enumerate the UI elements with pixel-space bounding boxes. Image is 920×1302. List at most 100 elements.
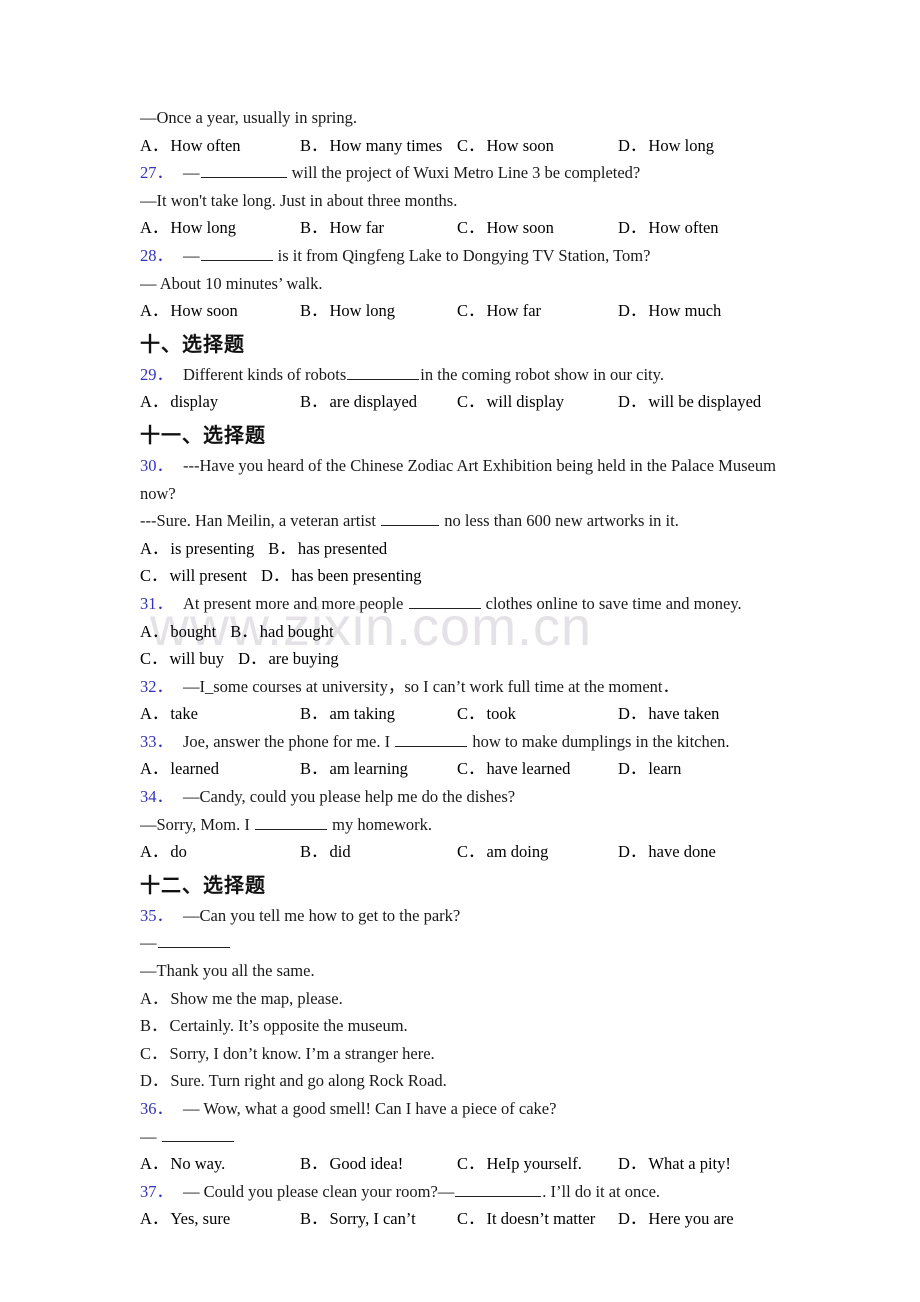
question-35-option-a[interactable]: A． Show me the map, please. [140,985,788,1013]
option-a[interactable]: A． bought [140,622,216,641]
question-35-option-c[interactable]: C． Sorry, I don’t know. I’m a stranger he… [140,1040,788,1068]
option-b-text: had bought [259,621,334,641]
question-35-option-d[interactable]: D． Sure. Turn right and go along Rock Roa… [140,1067,788,1095]
option-a[interactable]: A． learned [140,755,219,783]
option-d[interactable]: D． have taken [618,700,719,728]
option-a-text: Yes, sure [170,1209,231,1229]
option-c[interactable]: C． How soon [457,132,554,160]
option-c[interactable]: C． HeIp yourself. [457,1150,582,1178]
option-d-label: D． [140,1071,169,1091]
option-a-label: A． [140,759,169,779]
option-d-text: Here you are [648,1209,734,1229]
option-a-label: A． [140,218,169,238]
option-a[interactable]: A． display [140,388,218,416]
answer-blank[interactable] [347,365,420,380]
question-32-options: A． take B． am taking C． took D． have taken [140,700,788,728]
answer-blank[interactable] [200,246,273,261]
option-d-label: D． [618,759,647,779]
option-c[interactable]: C． will buy [140,649,224,668]
option-d[interactable]: D． will be displayed [618,388,761,416]
option-c-label: C． [457,1154,485,1174]
option-b-text: has presented [297,538,388,558]
option-c[interactable]: C． took [457,700,516,728]
option-c-label: C． [140,1043,168,1063]
question-30-number: 30． [140,455,173,475]
question-33-stem-pre: Joe, answer the phone for me. I [183,731,391,751]
option-c[interactable]: C． will display [457,388,564,416]
answer-blank[interactable] [157,933,230,949]
option-c[interactable]: C． am doing [457,838,548,866]
option-d[interactable]: D． How often [618,214,719,242]
question-33-stem: 33． Joe, answer the phone for me. I how t… [140,728,788,756]
option-d[interactable]: D． has been presenting [261,566,422,585]
answer-blank[interactable] [161,1127,234,1142]
answer-blank[interactable] [254,815,327,830]
option-b[interactable]: B． How long [300,297,395,325]
question-34-answer-post: my homework. [332,814,433,834]
option-a[interactable]: A． How long [140,214,236,242]
option-c[interactable]: C． It doesn’t matter [457,1205,595,1233]
option-b-text: Certainly. It’s opposite the museum. [169,1016,408,1036]
question-32-number: 32． [140,676,173,696]
option-d[interactable]: D． Here you are [618,1205,734,1233]
question-28-number: 28． [140,245,173,265]
option-b[interactable]: B． How many times [300,132,442,160]
option-c-label: C． [457,135,485,155]
option-b-label: B． [300,1209,328,1229]
option-b[interactable]: B． are displayed [300,388,417,416]
option-d-text: How much [648,301,722,321]
option-b[interactable]: B． am taking [300,700,395,728]
question-35-blank-line: — [140,929,788,957]
option-c-text: It doesn’t matter [486,1209,596,1229]
option-a[interactable]: A． Yes, sure [140,1205,230,1233]
option-d[interactable]: D． How much [618,297,721,325]
option-b[interactable]: B． How far [300,214,384,242]
option-b[interactable]: B． Good idea! [300,1150,403,1178]
option-b[interactable]: B． am learning [300,755,408,783]
option-d[interactable]: D． What a pity! [618,1150,731,1178]
answer-blank[interactable] [200,163,287,179]
option-a-text: How often [170,135,241,155]
option-a-text: How long [170,218,236,238]
answer-blank[interactable] [455,1182,542,1197]
option-a[interactable]: A． is presenting [140,539,254,558]
question-35-option-b[interactable]: B． Certainly. It’s opposite the museum. [140,1012,788,1040]
option-d[interactable]: D． How long [618,132,714,160]
option-a[interactable]: A． How soon [140,297,238,325]
option-c-text: will present [169,566,247,586]
option-c-label: C． [457,759,485,779]
option-a[interactable]: A． do [140,838,187,866]
option-b[interactable]: B． had bought [230,622,333,641]
option-d[interactable]: D． learn [618,755,681,783]
option-b[interactable]: B． has presented [268,539,387,558]
option-d[interactable]: D． are buying [238,649,339,668]
option-a[interactable]: A． How often [140,132,241,160]
question-34-answer-pre: —Sorry, Mom. I [140,814,250,834]
option-d[interactable]: D． have done [618,838,716,866]
option-c[interactable]: C． How far [457,297,541,325]
option-a-label: A． [140,392,169,412]
option-c[interactable]: C． will present [140,566,247,585]
option-d-label: D． [618,218,647,238]
question-30-options-row-1: A． is presenting B． has presented [140,535,788,563]
option-c[interactable]: C． have learned [457,755,570,783]
question-30-stem: 30． ---Have you heard of the Chinese Zodi… [140,452,788,507]
option-a[interactable]: A． No way. [140,1150,225,1178]
answer-blank[interactable] [381,511,440,527]
option-a-label: A． [140,1154,169,1174]
answer-blank[interactable] [408,594,481,609]
option-c[interactable]: C． How soon [457,214,554,242]
option-d-label: D． [618,1209,647,1229]
answer-blank[interactable] [395,732,468,747]
question-31-options-row-2: C． will buy D． are buying [140,645,788,673]
option-b-text: How long [329,301,396,321]
option-b[interactable]: B． did [300,838,351,866]
option-a[interactable]: A． take [140,700,198,728]
option-c-label: C． [457,842,485,862]
option-d-label: D． [618,704,647,724]
option-a-label: A． [140,538,169,558]
option-b[interactable]: B． Sorry, I can’t [300,1205,416,1233]
question-30-stem-second: ---Sure. Han Meilin, a veteran artist no… [140,507,788,535]
section-heading-11: 十一、选择题 [140,422,266,447]
question-28-stem-post: is it from Qingfeng Lake to Dongying TV … [277,245,651,265]
